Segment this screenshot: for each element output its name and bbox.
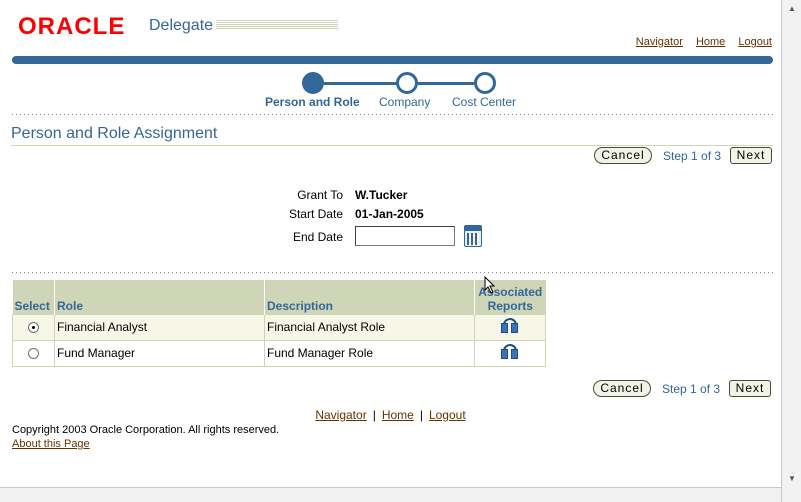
train-step-1-icon: [302, 72, 324, 94]
train-connector: [324, 82, 398, 85]
vertical-scrollbar[interactable]: ▲ ▼: [781, 0, 801, 502]
associated-reports-icon[interactable]: [500, 343, 520, 360]
start-date-value: 01-Jan-2005: [355, 207, 424, 221]
app-name: Delegate: [149, 17, 214, 34]
navigator-link[interactable]: Navigator: [636, 36, 683, 48]
scroll-down-icon[interactable]: ▼: [788, 474, 796, 483]
oracle-logo: ORACLE: [18, 13, 126, 40]
end-date-label: End Date: [292, 230, 343, 244]
train-step-company: Company: [379, 95, 431, 109]
dotted-separator: [12, 272, 773, 273]
footer-logout-link[interactable]: Logout: [429, 408, 466, 422]
select-column-header: Select: [12, 280, 55, 314]
footer-home-link[interactable]: Home: [382, 408, 414, 422]
grant-to-value: W.Tucker: [355, 188, 408, 202]
grant-to-label: Grant To: [297, 188, 343, 202]
step-indicator: Step 1 of 3: [663, 149, 722, 163]
roles-table: Select Role Description Associated Repor…: [12, 280, 546, 367]
footer-links: Navigator | Home | Logout: [0, 408, 781, 422]
train-step-3-icon: [474, 72, 496, 94]
reports-cell: [474, 313, 546, 341]
train-step-person-and-role: Person and Role: [265, 95, 360, 109]
cancel-button[interactable]: Cancel: [594, 147, 652, 164]
next-button[interactable]: Next: [730, 147, 772, 164]
train-step-cost-center: Cost Center: [452, 95, 517, 109]
window-bottom-edge: [0, 487, 781, 502]
global-links: Navigator Home Logout: [626, 36, 772, 48]
page-title: Person and Role Assignment: [11, 125, 218, 142]
header-bar: [12, 56, 773, 64]
train-connector: [418, 82, 474, 85]
footer-separator: |: [419, 408, 423, 422]
role-radio-fund-manager[interactable]: [28, 348, 39, 360]
reports-cell: [474, 339, 546, 367]
logout-link[interactable]: Logout: [738, 36, 772, 48]
select-cell: [12, 313, 55, 341]
footer-separator: |: [372, 408, 376, 422]
title-underline: [11, 145, 773, 146]
step-indicator-bottom: Step 1 of 3: [662, 382, 721, 396]
table-row: Fund Manager Fund Manager Role: [12, 339, 546, 367]
description-cell: Financial Analyst Role: [264, 313, 475, 341]
home-link[interactable]: Home: [696, 36, 725, 48]
cancel-button-bottom[interactable]: Cancel: [593, 380, 651, 397]
role-cell: Financial Analyst: [54, 313, 265, 341]
associated-reports-icon[interactable]: [500, 317, 520, 334]
end-date-input[interactable]: [355, 226, 455, 246]
select-cell: [12, 339, 55, 367]
table-row: Financial Analyst Financial Analyst Role: [12, 313, 546, 341]
start-date-label: Start Date: [288, 207, 343, 221]
copyright-text: Copyright 2003 Oracle Corporation. All r…: [12, 424, 280, 436]
scroll-up-icon[interactable]: ▲: [788, 4, 796, 13]
train-step-2-icon: [396, 72, 418, 94]
calendar-icon[interactable]: [464, 225, 482, 247]
footer-navigator-link[interactable]: Navigator: [315, 408, 366, 422]
role-column-header: Role: [54, 280, 265, 314]
table-header-row: Select Role Description Associated Repor…: [12, 280, 546, 314]
description-column-header: Description: [264, 280, 475, 314]
mouse-pointer-icon: [484, 276, 496, 294]
description-cell: Fund Manager Role: [264, 339, 475, 367]
next-button-bottom[interactable]: Next: [729, 380, 771, 397]
header-hatch-decoration: [216, 20, 338, 30]
step-train: Person and Role Company Cost Center: [0, 70, 781, 112]
about-page-link[interactable]: About this Page: [12, 438, 90, 450]
role-cell: Fund Manager: [54, 339, 265, 367]
dotted-separator: [12, 114, 773, 115]
role-radio-financial-analyst[interactable]: [28, 322, 39, 334]
